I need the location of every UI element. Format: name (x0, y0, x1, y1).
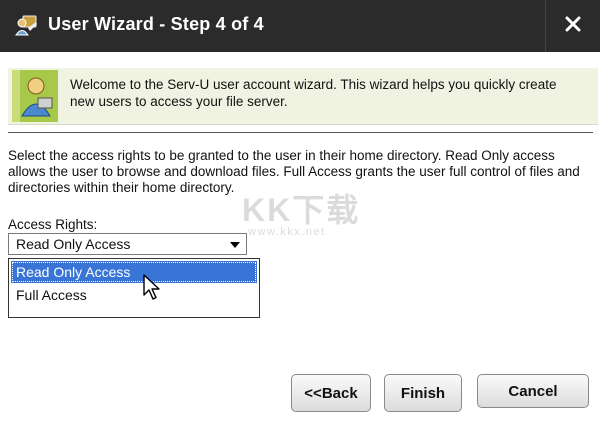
back-button[interactable]: <<Back (291, 374, 371, 412)
mouse-pointer-icon (142, 274, 162, 302)
access-rights-label: Access Rights: (8, 217, 98, 232)
access-rights-description: Select the access rights to be granted t… (8, 148, 580, 195)
wizard-banner-icon (12, 70, 58, 122)
access-rights-select[interactable]: Read Only Access (8, 233, 247, 255)
option-full-access[interactable]: Full Access (11, 284, 257, 306)
chevron-down-icon (230, 242, 240, 248)
watermark-logo: KK下载 (242, 192, 361, 228)
access-rights-selected-value: Read Only Access (16, 236, 131, 252)
close-icon (565, 16, 581, 37)
watermark: KK下载 www.kkx.net (242, 194, 360, 238)
access-rights-dropdown-list: Read Only Access Full Access (8, 258, 260, 318)
finish-button[interactable]: Finish (384, 374, 462, 412)
welcome-text: Welcome to the Serv-U user account wizar… (70, 77, 557, 109)
divider (8, 132, 593, 133)
user-wizard-icon (14, 14, 38, 36)
close-button[interactable] (545, 0, 600, 52)
window-title: User Wizard - Step 4 of 4 (48, 14, 264, 34)
title-bar: User Wizard - Step 4 of 4 (0, 0, 600, 52)
cancel-button[interactable]: Cancel (477, 374, 589, 408)
welcome-banner: Welcome to the Serv-U user account wizar… (8, 68, 598, 125)
option-read-only-access[interactable]: Read Only Access (11, 261, 257, 283)
